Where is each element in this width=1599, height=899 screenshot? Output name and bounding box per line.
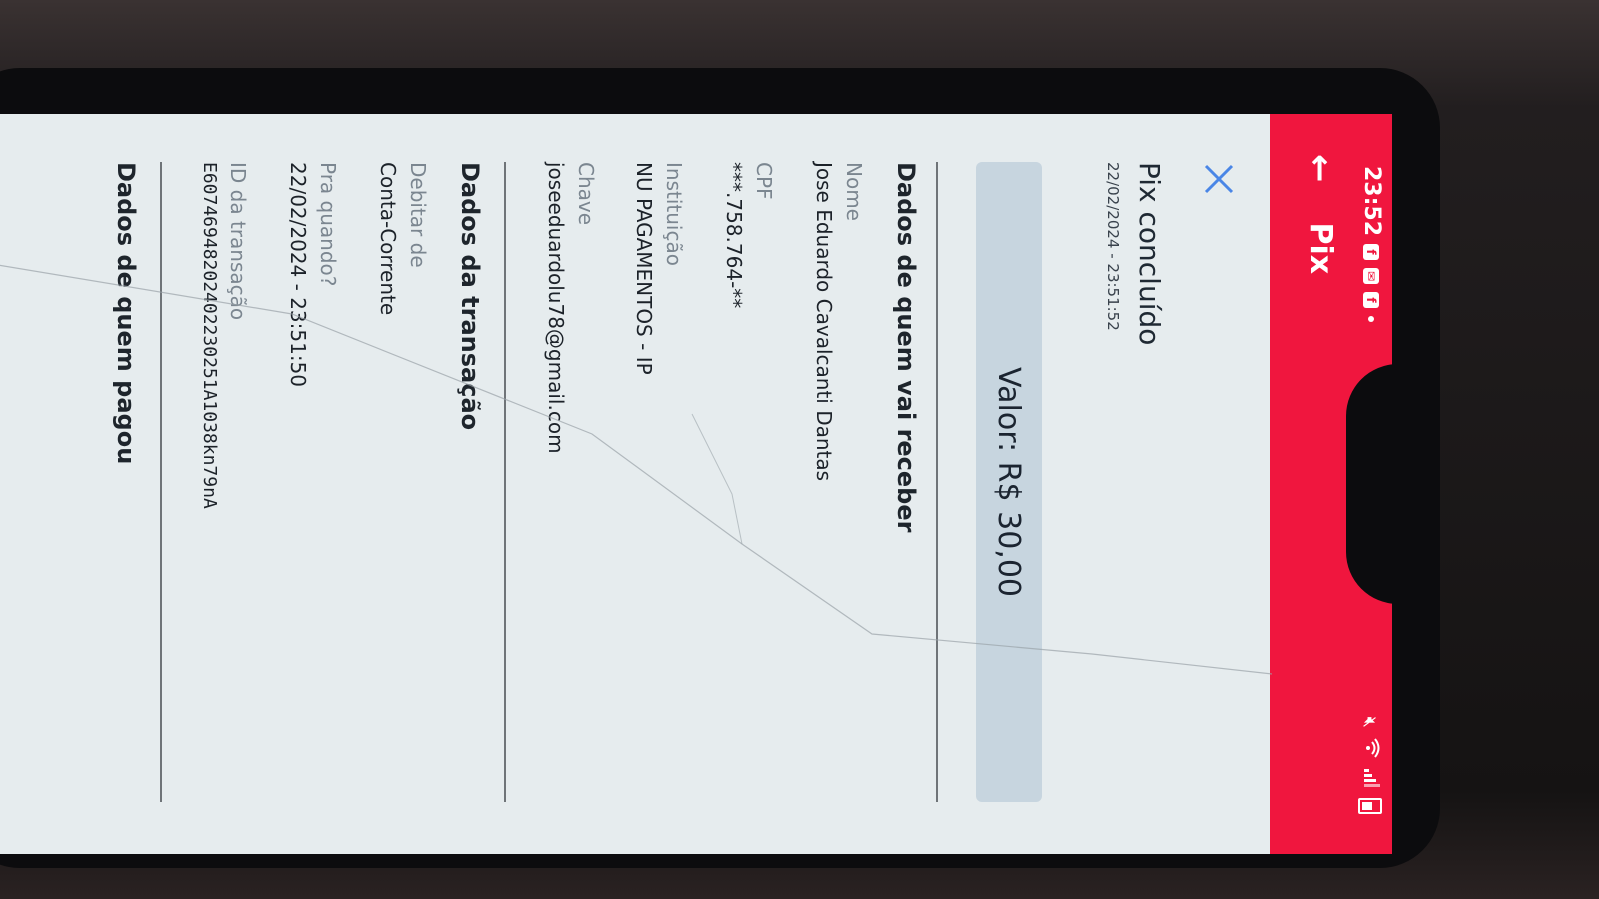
wifi-icon xyxy=(1360,738,1381,758)
recipient-institution-value: NU PAGAMENTOS - IP xyxy=(632,162,656,375)
recipient-name-value: Jose Eduardo Cavalcanti Dantas xyxy=(812,162,836,482)
status-time: 23:52 xyxy=(1359,166,1384,237)
close-icon[interactable] xyxy=(1195,162,1236,196)
transaction-id-value: E60746948202402230251A1038kn79nA xyxy=(199,162,220,509)
app-bar-title: Pix xyxy=(1303,222,1338,275)
divider xyxy=(504,162,506,802)
transaction-debit-value: Conta-Corrente xyxy=(376,162,400,316)
notification-dot-icon xyxy=(1368,316,1375,323)
facebook-icon: f xyxy=(1363,292,1380,309)
amount-value: Valor: R$ 30,00 xyxy=(991,366,1027,598)
status-bar-right: 🔇︎ xyxy=(1358,717,1382,814)
message-icon: ✉ xyxy=(1363,268,1380,285)
divider xyxy=(160,162,162,802)
recipient-key-label: Chave xyxy=(574,162,598,226)
facebook-icon: f xyxy=(1363,244,1380,261)
divider xyxy=(936,162,938,802)
transaction-section-title: Dados da transação xyxy=(456,162,484,431)
app-header: 23:52 f ✉ f 🔇︎ ← Pix xyxy=(1270,114,1392,854)
status-bar-left: 23:52 f ✉ f xyxy=(1359,166,1384,323)
mute-icon: 🔇︎ xyxy=(1359,716,1381,728)
recipient-name-label: Nome xyxy=(842,162,866,221)
signal-icon xyxy=(1360,768,1381,788)
camera-notch xyxy=(1346,364,1392,604)
transaction-debit-label: Debitar de xyxy=(406,162,430,268)
recipient-section-title: Dados de quem vai receber xyxy=(892,162,920,533)
transaction-when-label: Pra quando? xyxy=(316,162,340,287)
phone-screen: 23:52 f ✉ f 🔇︎ ← Pix Pix concluído 22/02… xyxy=(0,114,1392,854)
transaction-id-label: ID da transação xyxy=(226,162,250,321)
recipient-institution-label: Instituição xyxy=(662,162,686,266)
recipient-cpf-label: CPF xyxy=(752,162,776,200)
amount-box: Valor: R$ 30,00 xyxy=(976,162,1042,802)
receipt-title: Pix concluído xyxy=(1133,162,1166,346)
app-bar: ← Pix xyxy=(1301,154,1341,275)
recipient-cpf-value: ***.758.764-** xyxy=(722,162,746,309)
receipt-datetime: 22/02/2024 - 23:51:52 xyxy=(1104,162,1122,331)
transaction-when-value: 22/02/2024 - 23:51:50 xyxy=(286,162,310,388)
arrow-left-icon[interactable]: ← xyxy=(1301,154,1341,183)
recipient-key-value: joseeduardolu78@gmail.com xyxy=(544,162,568,454)
battery-icon xyxy=(1358,798,1382,814)
payer-section-title: Dados de quem pagou xyxy=(112,162,140,465)
